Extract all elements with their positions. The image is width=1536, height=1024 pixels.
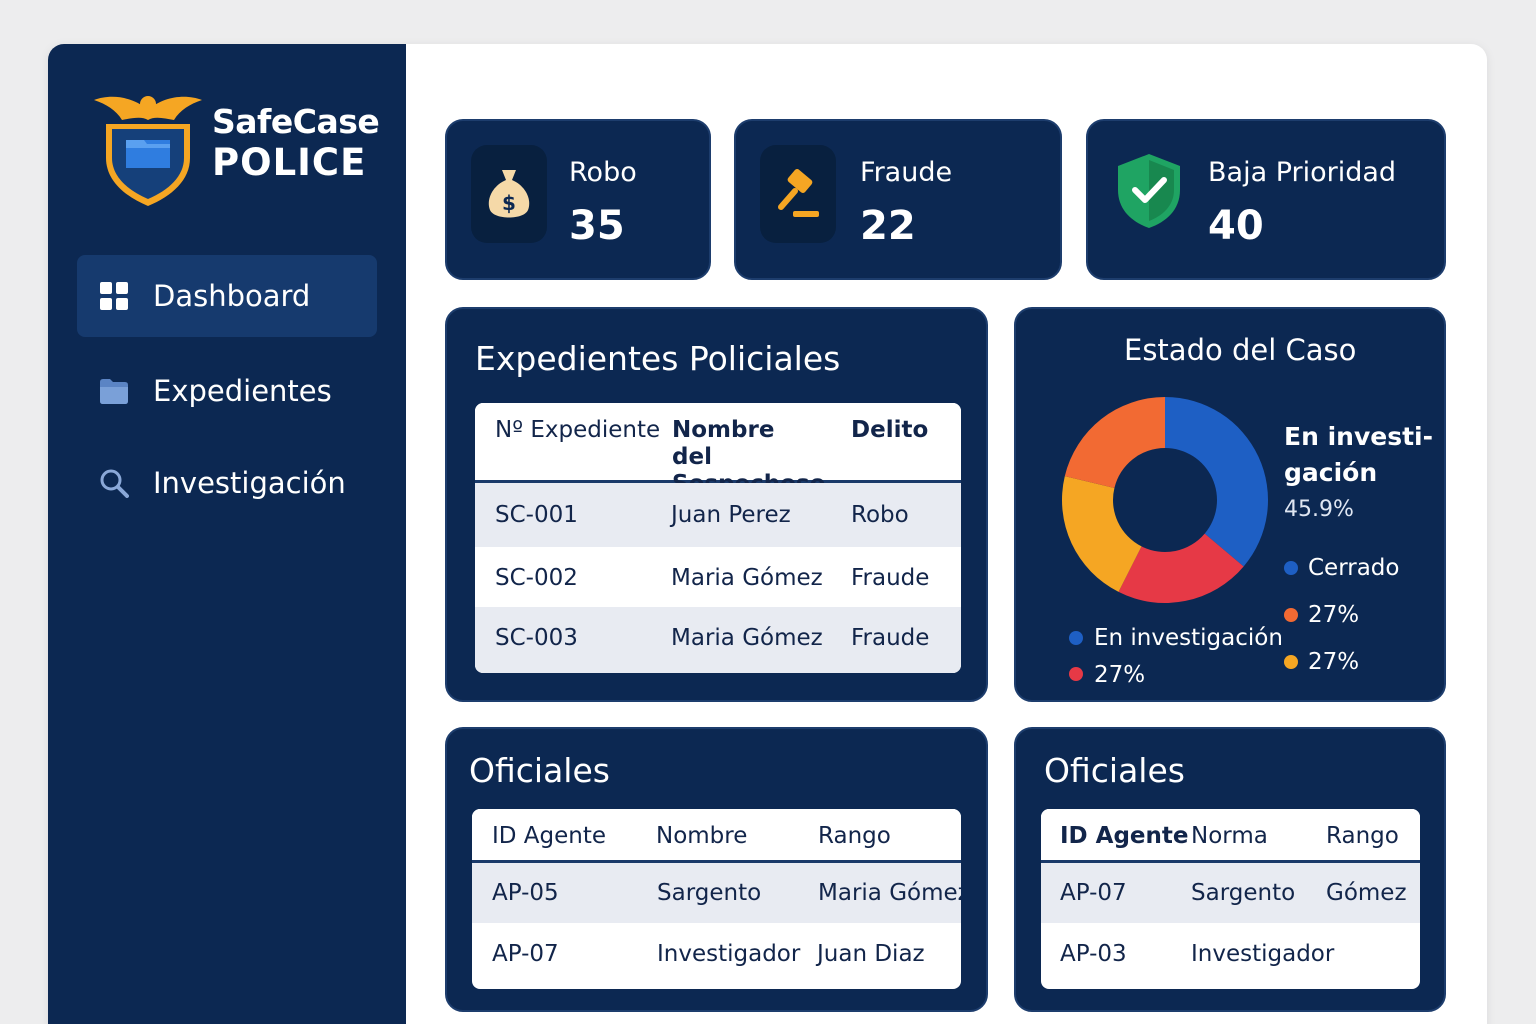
grid-icon <box>99 281 129 311</box>
cell-rango: Juan Diaz <box>817 941 925 967</box>
column-header: ID Agente <box>492 823 607 849</box>
panel-title: Oficiales <box>1044 751 1185 790</box>
sidebar-item-label: Dashboard <box>153 279 311 313</box>
table-row[interactable]: AP-07 Sargento Gómez <box>1041 863 1420 923</box>
stat-value: 22 <box>860 203 916 249</box>
legend-label: En investigación <box>1094 625 1283 651</box>
table-row[interactable]: AP-05 Sargento Maria Gómez <box>472 863 961 923</box>
brand-name: SafeCase <box>212 102 380 141</box>
cell-delito: Fraude <box>851 565 930 591</box>
expedientes-panel: Expedientes Policiales Nº Expediente Nom… <box>445 307 988 702</box>
legend-label: 27% <box>1094 662 1146 688</box>
sidebar-item-label: Investigación <box>153 466 346 500</box>
sidebar: SafeCase POLICE Dashboard Expedientes In… <box>48 44 406 1024</box>
cell-expediente: SC-001 <box>495 502 578 528</box>
donut-slice-3[interactable] <box>1064 397 1165 488</box>
oficiales-panel-right: Oficiales ID Agente Norma Rango AP-07 Sa… <box>1014 727 1446 1012</box>
oficiales-table: ID Agente Norma Rango AP-07 Sargento Góm… <box>1041 809 1420 989</box>
stat-label: Fraude <box>860 157 953 188</box>
stat-label: Robo <box>569 157 637 188</box>
table-header: ID Agente Norma Rango <box>1041 809 1420 863</box>
table-row[interactable]: SC-001 Juan Perez Robo <box>475 483 961 547</box>
svg-text:$: $ <box>502 191 516 215</box>
legend-label: 27% <box>1308 602 1360 628</box>
cell-nombre: Sargento <box>657 880 762 906</box>
table-header: ID Agente Nombre Rango <box>472 809 961 863</box>
legend-label: 27% <box>1308 649 1360 675</box>
cell-delito: Robo <box>851 502 909 528</box>
donut-chart <box>1062 397 1268 603</box>
sidebar-item-expedientes[interactable]: Expedientes <box>77 350 377 432</box>
expedientes-table: Nº Expediente Nombre del Sospechoso Deli… <box>475 403 961 673</box>
cell-id: AP-07 <box>1060 880 1127 906</box>
column-header: Rango <box>1326 823 1399 849</box>
cell-nombre: Sargento <box>1191 880 1296 906</box>
sidebar-item-investigacion[interactable]: Investigación <box>77 442 377 524</box>
estado-panel: Estado del Caso En investi- gación 45.9%… <box>1014 307 1446 702</box>
cell-id: AP-03 <box>1060 941 1127 967</box>
oficiales-panel-left: Oficiales ID Agente Nombre Rango AP-05 S… <box>445 727 988 1012</box>
panel-title: Expedientes Policiales <box>475 339 841 378</box>
brand-subtitle: POLICE <box>212 141 367 184</box>
table-row[interactable]: SC-003 Maria Gómez Fraude <box>475 607 961 673</box>
legend-dot <box>1284 655 1298 669</box>
police-shield-logo-icon <box>94 96 202 206</box>
sidebar-item-dashboard[interactable]: Dashboard <box>77 255 377 337</box>
oficiales-table: ID Agente Nombre Rango AP-05 Sargento Ma… <box>472 809 961 989</box>
stat-value: 35 <box>569 203 625 249</box>
search-icon <box>99 468 129 498</box>
cell-rango: Gómez <box>1326 880 1407 906</box>
donut-slice-0[interactable] <box>1165 397 1268 567</box>
column-header: ID Agente <box>1060 823 1189 849</box>
cell-nombre: Juan Perez <box>671 502 791 528</box>
highlight-value: 45.9% <box>1284 497 1354 522</box>
stat-card-baja-prioridad[interactable]: Baja Prioridad 40 <box>1086 119 1446 280</box>
sidebar-item-label: Expedientes <box>153 374 332 408</box>
legend-dot <box>1069 667 1083 681</box>
folder-icon <box>99 376 129 406</box>
legend-label: Cerrado <box>1308 555 1400 581</box>
table-header: Nº Expediente Nombre del Sospechoso Deli… <box>475 403 961 497</box>
cell-nombre: Investigador <box>657 941 801 967</box>
column-header: Nombre <box>656 823 748 849</box>
table-row[interactable]: AP-03 Investigador <box>1041 923 1420 989</box>
cell-id: AP-05 <box>492 880 559 906</box>
cell-nombre: Investigador <box>1191 941 1335 967</box>
cell-nombre: Maria Gómez <box>671 565 823 591</box>
stat-label: Baja Prioridad <box>1208 157 1397 188</box>
legend-dot <box>1284 608 1298 622</box>
legend-dot <box>1284 561 1298 575</box>
cell-delito: Fraude <box>851 625 930 651</box>
shield-check-icon <box>1114 149 1184 233</box>
table-row[interactable]: SC-002 Maria Gómez Fraude <box>475 547 961 607</box>
stat-value: 40 <box>1208 203 1264 249</box>
panel-title: Oficiales <box>469 751 610 790</box>
table-row[interactable]: AP-07 Investigador Juan Diaz <box>472 923 961 989</box>
column-header: Norma <box>1191 823 1268 849</box>
brand-logo: SafeCase POLICE <box>92 88 392 218</box>
cell-id: AP-07 <box>492 941 559 967</box>
column-header: Delito <box>851 417 929 443</box>
highlight-label: En investi- gación <box>1284 422 1433 487</box>
gavel-icon <box>760 145 836 243</box>
legend-dot <box>1069 631 1083 645</box>
cell-expediente: SC-003 <box>495 625 578 651</box>
money-bag-icon: $ <box>471 145 547 243</box>
cell-expediente: SC-002 <box>495 565 578 591</box>
stat-card-robo[interactable]: $ Robo 35 <box>445 119 711 280</box>
stat-card-fraude[interactable]: Fraude 22 <box>734 119 1062 280</box>
cell-rango: Maria Gómez <box>818 880 961 906</box>
app-window: SafeCase POLICE Dashboard Expedientes In… <box>48 44 1487 1024</box>
cell-nombre: Maria Gómez <box>671 625 823 651</box>
panel-title: Estado del Caso <box>1124 333 1357 367</box>
column-header: Nº Expediente <box>495 417 661 443</box>
column-header: Rango <box>818 823 891 849</box>
